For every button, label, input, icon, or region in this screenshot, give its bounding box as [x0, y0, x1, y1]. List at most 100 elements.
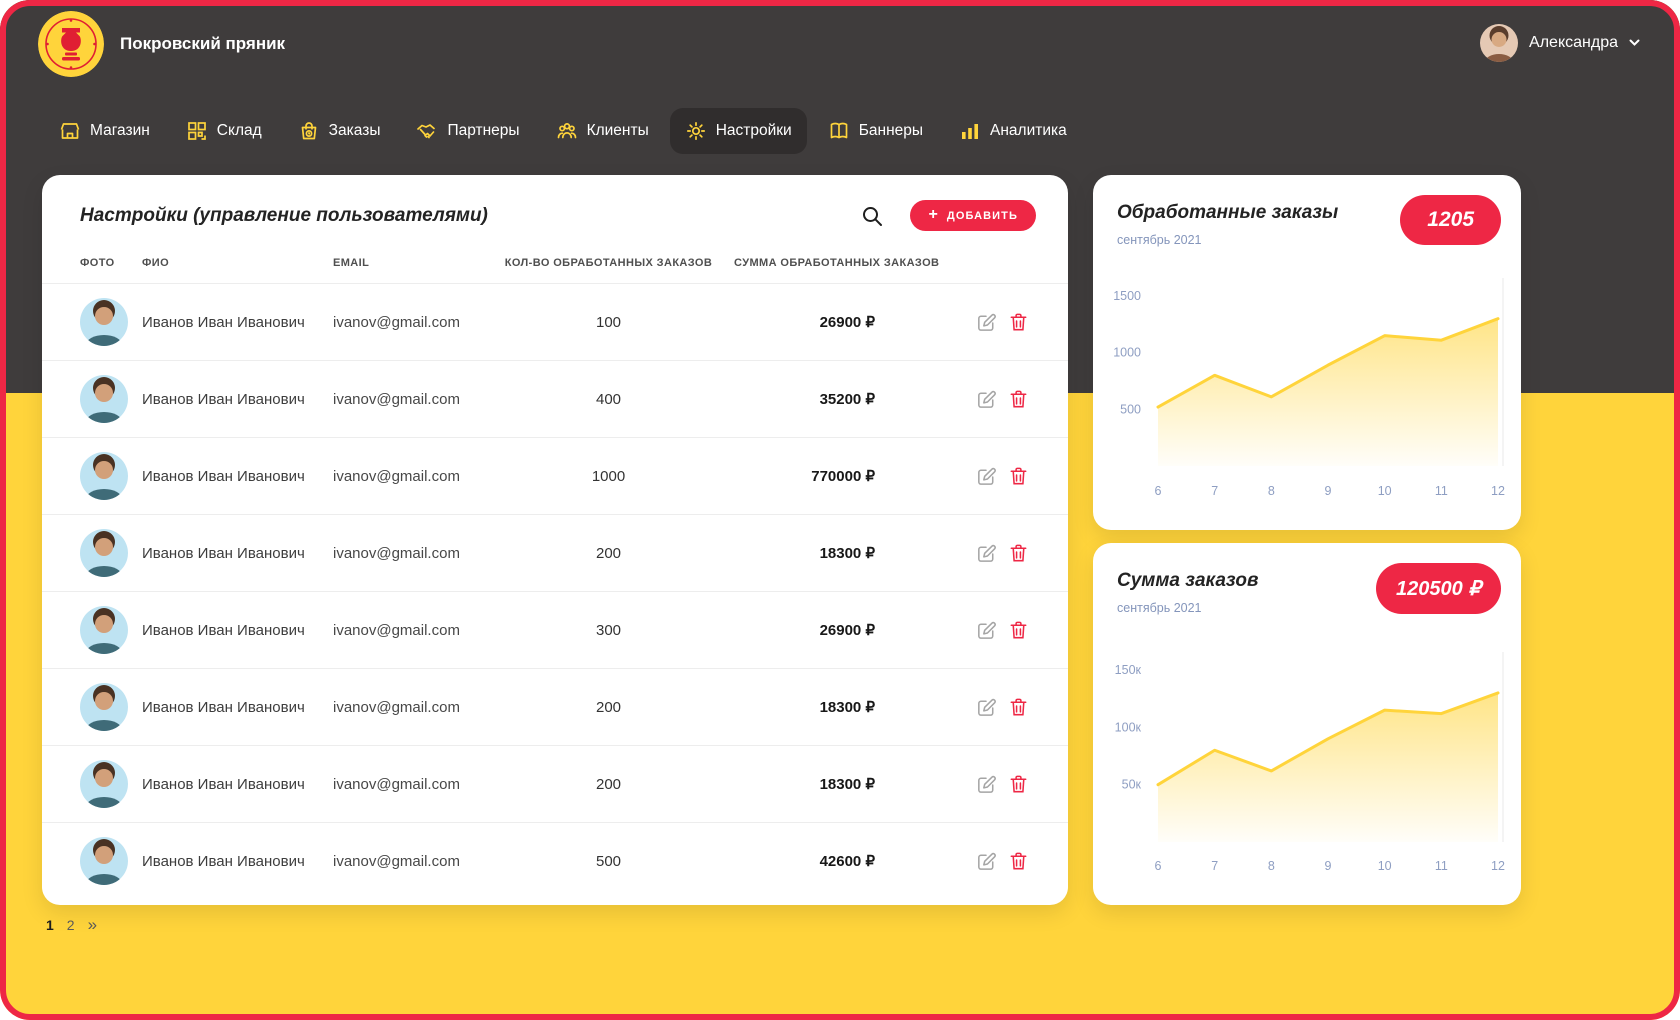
table-row: Иванов Иван Иванович ivanov@gmail.com 20…	[42, 745, 1068, 822]
app-window: Покровский пряник Александра Магазин Скл…	[0, 0, 1680, 1020]
page-button-1[interactable]: 1	[46, 917, 54, 933]
user-photo	[80, 760, 128, 808]
svg-text:8: 8	[1268, 859, 1275, 873]
user-photo	[80, 837, 128, 885]
svg-text:9: 9	[1325, 859, 1332, 873]
chevron-down-icon	[1629, 39, 1640, 46]
page-button-2[interactable]: 2	[67, 917, 75, 933]
trash-icon	[1010, 467, 1027, 484]
nav-item-analytics[interactable]: Аналитика	[944, 108, 1082, 154]
user-menu[interactable]: Александра	[1480, 24, 1640, 62]
user-email: ivanov@gmail.com	[333, 544, 460, 562]
user-fullname: Иванов Иван Иванович	[142, 467, 305, 485]
svg-text:12: 12	[1491, 859, 1505, 873]
svg-text:10: 10	[1378, 859, 1392, 873]
edit-user-button[interactable]	[975, 388, 998, 411]
users-management-card: Настройки (управление пользователями) + …	[42, 175, 1068, 905]
nav-label: Магазин	[90, 122, 150, 139]
nav-item-banners[interactable]: Баннеры	[813, 108, 938, 154]
delete-user-button[interactable]	[1007, 773, 1030, 796]
edit-icon	[978, 313, 996, 331]
user-email: ivanov@gmail.com	[333, 313, 460, 331]
plus-icon: +	[928, 205, 939, 223]
nav-item-shop[interactable]: Магазин	[44, 108, 165, 154]
nav-item-warehouse[interactable]: Склад	[171, 108, 277, 154]
edit-user-button[interactable]	[975, 619, 998, 642]
svg-text:9: 9	[1325, 484, 1332, 498]
processed-orders-card: Обработанные заказы сентябрь 2021 1205 5…	[1093, 175, 1521, 530]
edit-icon	[978, 621, 996, 639]
nav-item-settings[interactable]: Настройки	[669, 108, 807, 154]
nav-label: Настройки	[715, 122, 792, 139]
next-pages-icon[interactable]: »	[88, 916, 97, 933]
trash-icon	[1010, 852, 1027, 869]
edit-user-button[interactable]	[975, 773, 998, 796]
nav-label: Склад	[216, 122, 262, 139]
edit-user-button[interactable]	[975, 311, 998, 334]
orders-count: 200	[595, 775, 622, 793]
user-photo	[80, 375, 128, 423]
delete-user-button[interactable]	[1007, 696, 1030, 719]
trash-icon	[1010, 544, 1027, 561]
edit-user-button[interactable]	[975, 465, 998, 488]
user-fullname: Иванов Иван Иванович	[142, 390, 305, 408]
delete-user-button[interactable]	[1007, 542, 1030, 565]
table-row: Иванов Иван Иванович ivanov@gmail.com 50…	[42, 822, 1068, 899]
edit-user-button[interactable]	[975, 850, 998, 873]
user-photo	[80, 452, 128, 500]
user-fullname: Иванов Иван Иванович	[142, 698, 305, 716]
orders-count: 200	[595, 544, 622, 562]
delete-user-button[interactable]	[1007, 311, 1030, 334]
table-row: Иванов Иван Иванович ivanov@gmail.com 20…	[42, 668, 1068, 745]
pagination: 1 2 »	[46, 916, 97, 933]
edit-icon	[978, 467, 996, 485]
nav-label: Партнеры	[447, 122, 520, 139]
banners-icon	[830, 122, 848, 139]
settings-icon	[686, 121, 705, 141]
add-button-label: ДОБАВИТЬ	[946, 209, 1018, 222]
orders-sum-chart: 50к 100к 150к 6 7 8 9 10 11 12	[1115, 652, 1505, 873]
edit-icon	[978, 698, 996, 716]
brand-logo-icon[interactable]	[38, 11, 104, 77]
analytics-icon	[962, 124, 979, 139]
user-photo	[80, 606, 128, 654]
edit-user-button[interactable]	[975, 696, 998, 719]
svg-text:6: 6	[1155, 484, 1162, 498]
table-row: Иванов Иван Иванович ivanov@gmail.com 10…	[42, 283, 1068, 360]
table-header: ФОТО ФИО EMAIL КОЛ-ВО ОБРАБОТАННЫХ ЗАКАЗ…	[42, 237, 1068, 283]
svg-text:6: 6	[1155, 859, 1162, 873]
add-user-button[interactable]: + ДОБАВИТЬ	[910, 200, 1036, 231]
partners-icon	[417, 124, 436, 139]
delete-user-button[interactable]	[1007, 619, 1030, 642]
edit-user-button[interactable]	[975, 542, 998, 565]
search-button[interactable]	[860, 203, 886, 229]
delete-user-button[interactable]	[1007, 465, 1030, 488]
page-title: Настройки (управление пользователями)	[80, 204, 488, 226]
nav-label: Заказы	[328, 122, 381, 139]
svg-text:100к: 100к	[1115, 720, 1142, 734]
orders-sum-badge: 120500 ₽	[1375, 563, 1501, 614]
svg-text:1000: 1000	[1113, 346, 1141, 360]
nav-item-partners[interactable]: Партнеры	[401, 108, 534, 154]
user-email: ivanov@gmail.com	[333, 390, 460, 408]
trash-icon	[1010, 698, 1027, 715]
orders-sum: 18300 ₽	[819, 776, 875, 793]
edit-icon	[978, 775, 996, 793]
brand-name: Покровский пряник	[120, 34, 286, 53]
delete-user-button[interactable]	[1007, 850, 1030, 873]
delete-user-button[interactable]	[1007, 388, 1030, 411]
nav-item-orders[interactable]: Заказы	[283, 108, 396, 154]
col-header-sum: СУММА ОБРАБОТАННЫХ ЗАКАЗОВ	[734, 257, 940, 269]
edit-icon	[978, 544, 996, 562]
edit-icon	[978, 390, 996, 408]
store-icon	[60, 123, 80, 139]
user-photo	[80, 298, 128, 346]
nav-item-clients[interactable]: Клиенты	[541, 108, 664, 154]
svg-text:150к: 150к	[1115, 663, 1142, 677]
user-fullname: Иванов Иван Иванович	[142, 775, 305, 793]
warehouse-icon	[187, 122, 206, 140]
orders-count: 400	[595, 390, 622, 408]
col-header-email: EMAIL	[333, 257, 370, 269]
table-row: Иванов Иван Иванович ivanov@gmail.com 40…	[42, 360, 1068, 437]
user-name: Александра	[1529, 34, 1618, 51]
